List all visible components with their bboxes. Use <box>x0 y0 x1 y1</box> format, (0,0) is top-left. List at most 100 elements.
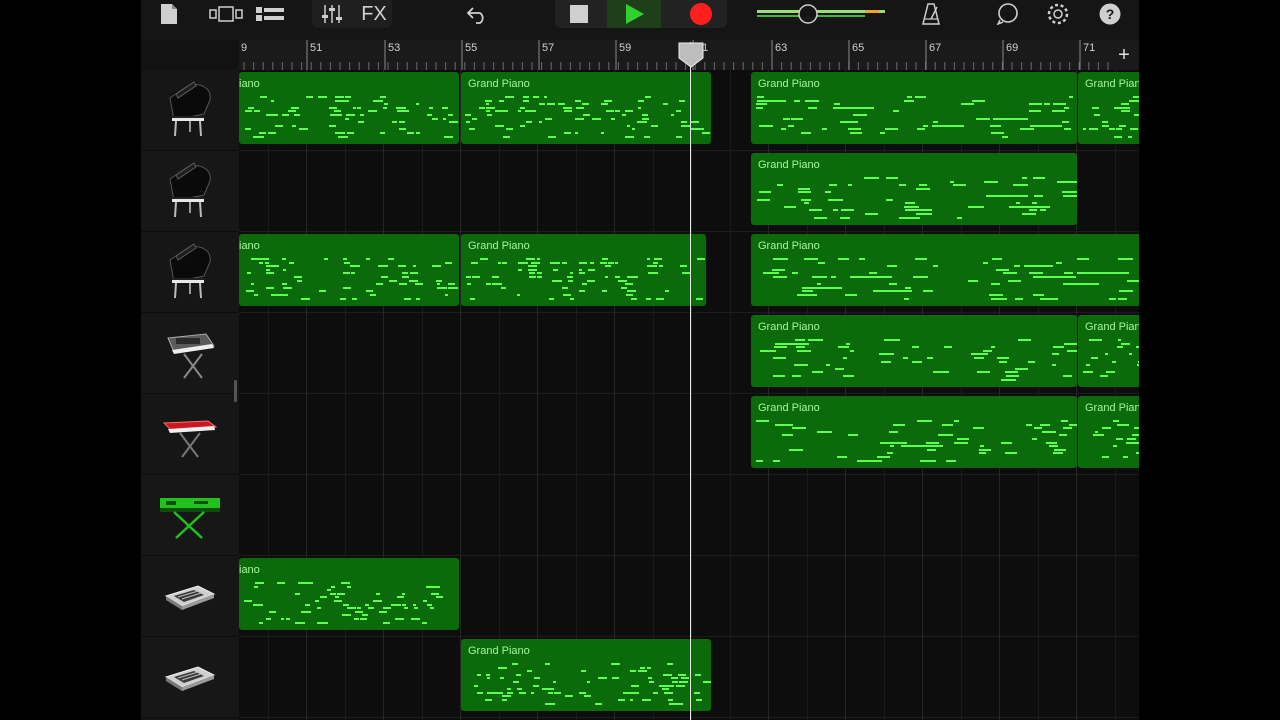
midi-note <box>797 191 812 194</box>
tracks-view-icon <box>256 7 284 21</box>
mixer-button[interactable] <box>317 0 347 28</box>
midi-note <box>479 258 488 260</box>
midi-note <box>441 106 448 109</box>
header-resize-handle[interactable] <box>234 380 237 402</box>
tracks-view-button[interactable] <box>253 0 287 28</box>
midi-note <box>516 688 522 691</box>
midi-note <box>1111 360 1116 363</box>
midi-note <box>983 261 989 264</box>
region-name: iano <box>239 564 260 576</box>
midi-note <box>395 618 405 620</box>
stop-button[interactable] <box>565 0 593 28</box>
midi-note <box>911 346 919 349</box>
master-volume-slider[interactable] <box>755 0 887 28</box>
settings-button[interactable] <box>1044 0 1072 28</box>
midi-note <box>1021 177 1027 179</box>
midi-note <box>1017 339 1031 341</box>
browser-button[interactable] <box>207 0 247 28</box>
midi-note <box>414 607 418 610</box>
fx-button[interactable]: FX <box>356 0 392 28</box>
playhead-handle[interactable] <box>678 42 704 68</box>
region-grand-piano[interactable]: Grand Piano <box>461 639 711 711</box>
midi-note <box>282 283 288 286</box>
region-name: Grand Piano <box>758 78 820 90</box>
midi-note <box>1117 297 1127 300</box>
track-header[interactable] <box>141 232 239 313</box>
region-grand-piano[interactable]: Grand Piano <box>751 396 1077 468</box>
region-grand-piano[interactable]: Grand Piano <box>751 153 1077 225</box>
midi-note <box>563 110 573 113</box>
midi-note <box>1044 103 1051 106</box>
midi-note <box>1136 364 1139 367</box>
midi-note <box>299 128 309 131</box>
region-grand-piano[interactable]: iano <box>239 72 459 144</box>
midi-note <box>904 297 910 300</box>
midi-note <box>282 268 286 271</box>
region-grand-piano[interactable]: Grand Pian <box>1078 315 1139 387</box>
region-name: iano <box>239 240 260 252</box>
region-grand-piano[interactable]: iano <box>239 558 459 630</box>
midi-note <box>973 427 984 430</box>
region-name: Grand Pian <box>1085 78 1139 90</box>
midi-note <box>358 121 365 124</box>
midi-note <box>624 110 634 113</box>
region-grand-piano[interactable]: iano <box>239 234 459 306</box>
midi-note <box>1063 106 1069 109</box>
midi-note <box>430 607 435 610</box>
drum-machine-icon <box>164 657 216 697</box>
region-grand-piano[interactable]: Grand Piano <box>461 234 706 306</box>
tracks-area[interactable]: iano Grand Piano Grand Piano Grand Pian Gran… <box>239 70 1139 720</box>
midi-note <box>1088 128 1099 131</box>
track-lane[interactable] <box>239 475 1139 556</box>
midi-note <box>1009 205 1050 208</box>
midi-note <box>530 691 534 694</box>
midi-note <box>960 103 975 106</box>
region-grand-piano[interactable]: Grand Piano <box>751 315 1077 387</box>
midi-note <box>916 420 932 422</box>
track-header[interactable] <box>141 637 239 718</box>
ruler-bar-number: 9 <box>241 42 248 54</box>
my-songs-button[interactable] <box>157 0 181 28</box>
midi-note <box>998 360 1007 363</box>
midi-note <box>831 276 836 278</box>
record-button[interactable] <box>686 0 716 28</box>
region-grand-piano[interactable]: Grand Piano <box>461 72 711 144</box>
midi-note <box>478 106 485 109</box>
track-header[interactable] <box>141 313 239 394</box>
track-header[interactable] <box>141 556 239 637</box>
midi-note <box>952 184 966 187</box>
track-header[interactable] <box>141 151 239 232</box>
midi-note <box>365 603 369 606</box>
metronome-button[interactable] <box>918 0 944 28</box>
metronome-icon <box>922 3 940 25</box>
region-grand-piano[interactable]: Grand Piano <box>751 234 1139 306</box>
midi-note <box>782 434 793 437</box>
midi-note <box>1121 342 1130 345</box>
loop-browser-button[interactable] <box>995 0 1021 28</box>
add-section-button[interactable]: + <box>1109 40 1139 70</box>
midi-note <box>808 209 822 212</box>
midi-note <box>627 124 631 127</box>
midi-note <box>920 459 936 462</box>
midi-note <box>645 96 651 98</box>
midi-note <box>1034 427 1043 430</box>
midi-note <box>1091 106 1099 109</box>
track-header[interactable] <box>141 475 239 556</box>
midi-note <box>356 106 361 109</box>
region-grand-piano[interactable]: Grand Piano <box>751 72 1077 144</box>
play-button[interactable] <box>621 0 649 28</box>
region-grand-piano[interactable]: Grand Pian <box>1078 72 1139 144</box>
midi-note <box>923 213 931 215</box>
drum-machine-icon <box>164 576 216 616</box>
region-grand-piano[interactable]: Grand Pian <box>1078 396 1139 468</box>
midi-note <box>889 430 899 433</box>
midi-note <box>835 367 844 370</box>
undo-button[interactable] <box>463 0 491 28</box>
midi-note <box>665 290 669 293</box>
midi-note <box>398 121 406 124</box>
midi-note <box>838 258 849 260</box>
midi-note <box>383 103 389 106</box>
track-header[interactable] <box>141 70 239 151</box>
help-button[interactable]: ? <box>1098 0 1122 28</box>
track-header[interactable] <box>141 394 239 475</box>
